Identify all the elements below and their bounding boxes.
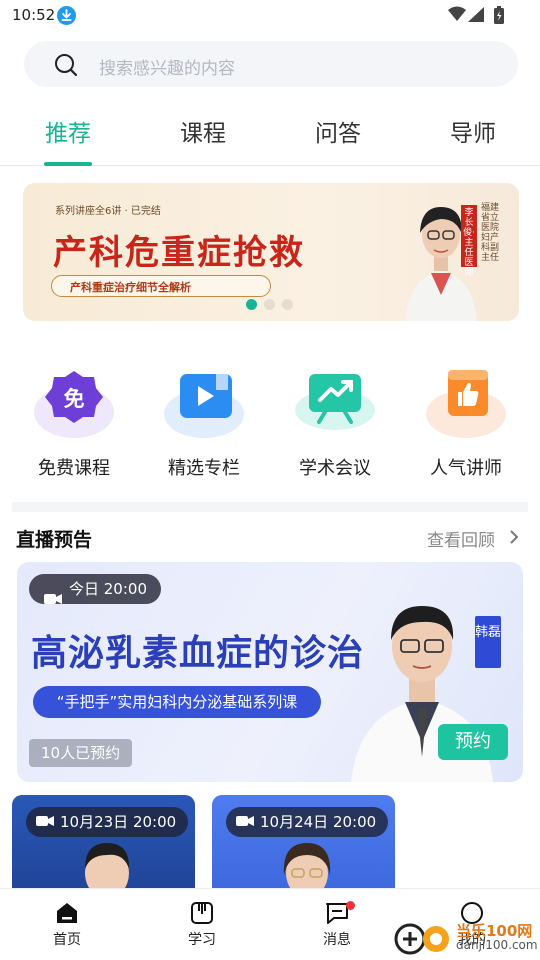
live-time-pill: 今日 20:00 bbox=[29, 574, 161, 604]
tab-recommend[interactable]: 推荐 bbox=[18, 114, 118, 148]
view-replays-link[interactable]: 查看回顾 bbox=[427, 526, 495, 551]
wifi-icon bbox=[448, 6, 466, 21]
nav-label: 学习 bbox=[188, 932, 216, 948]
live-time-text: 10月23日 20:00 bbox=[60, 813, 177, 831]
free-icon-glyph: 免 bbox=[64, 387, 85, 411]
banner-pill-text: 产科重症治疗细节全解析 bbox=[70, 281, 191, 294]
unread-badge bbox=[346, 901, 355, 910]
live-time-text: 10月24日 20:00 bbox=[260, 813, 377, 831]
quick-label: 学术会议 bbox=[299, 458, 371, 479]
lecturer-hospital: 福建省立医院 妇产科副主任 bbox=[481, 203, 500, 263]
signal-icon bbox=[468, 7, 484, 22]
quick-label: 精选专栏 bbox=[168, 458, 240, 479]
lecturer-badge: 李长俊·主任医师 bbox=[461, 205, 477, 278]
search-bar[interactable]: 搜索感兴趣的内容 bbox=[24, 41, 518, 87]
book-button[interactable]: 预约 bbox=[438, 724, 508, 760]
live-title: 高泌乳素血症的诊治 bbox=[31, 633, 365, 674]
lecturer-name-tag: 韩磊 bbox=[475, 616, 501, 668]
status-time: 10:52 bbox=[12, 6, 56, 24]
watermark-logo bbox=[394, 923, 449, 955]
tab-mentors[interactable]: 导师 bbox=[423, 114, 523, 148]
pagination-dot bbox=[282, 299, 293, 310]
live-time-text: 今日 20:00 bbox=[69, 580, 147, 598]
battery-icon bbox=[494, 6, 504, 24]
active-tab-indicator bbox=[44, 162, 92, 166]
tab-courses[interactable]: 课程 bbox=[153, 114, 253, 148]
column-video-icon bbox=[164, 374, 244, 438]
quick-featured-columns[interactable]: 精选专栏 bbox=[142, 362, 266, 482]
live-series: “手把手”实用妇科内分泌基础系列课 bbox=[33, 686, 321, 718]
pagination-dot bbox=[264, 299, 275, 310]
search-icon bbox=[55, 54, 78, 77]
top-tabs: 推荐 课程 问答 导师 bbox=[0, 100, 540, 166]
quick-label: 免费课程 bbox=[38, 458, 110, 479]
tab-qa[interactable]: 问答 bbox=[288, 114, 388, 148]
site-watermark: 当乐100网 danji100.com bbox=[392, 914, 540, 960]
status-bar: 10:52 bbox=[0, 0, 540, 32]
search-placeholder: 搜索感兴趣的内容 bbox=[99, 59, 235, 79]
free-course-icon: 免 bbox=[34, 371, 114, 438]
nav-label: 消息 bbox=[323, 932, 351, 948]
nav-label: 首页 bbox=[53, 932, 81, 948]
section-title-live: 直播预告 bbox=[16, 529, 93, 551]
banner-subtitle: 系列讲座全6讲 · 已完结 bbox=[55, 206, 161, 217]
booked-count: 10人已预约 bbox=[29, 739, 133, 767]
chevron-right-icon[interactable] bbox=[509, 530, 519, 544]
thumbs-up-icon bbox=[426, 370, 506, 438]
home-icon bbox=[57, 903, 77, 923]
quick-popular-lecturers[interactable]: 人气讲师 bbox=[404, 362, 528, 482]
pagination-dot-active bbox=[246, 299, 257, 310]
camera-icon bbox=[36, 816, 54, 826]
conference-chart-icon bbox=[295, 374, 375, 430]
banner-title: 产科危重症抢救 bbox=[53, 233, 305, 273]
banner-pill: 产科重症治疗细节全解析 bbox=[51, 275, 271, 297]
camera-icon bbox=[236, 816, 254, 826]
book-icon bbox=[191, 902, 213, 924]
camera-icon bbox=[44, 594, 62, 604]
quick-conferences[interactable]: 学术会议 bbox=[273, 362, 397, 482]
section-divider bbox=[12, 502, 528, 512]
nav-messages[interactable]: 消息 bbox=[302, 901, 372, 955]
live-card-main[interactable]: 今日 20:00 高泌乳素血症的诊治 “手把手”实用妇科内分泌基础系列课 10人… bbox=[17, 562, 523, 782]
quick-label: 人气讲师 bbox=[430, 458, 502, 479]
watermark-url: danji100.com bbox=[456, 938, 538, 952]
quick-free-courses[interactable]: 免 免费课程 bbox=[12, 362, 136, 482]
nav-home[interactable]: 首页 bbox=[32, 901, 102, 955]
nav-study[interactable]: 学习 bbox=[167, 901, 237, 955]
download-icon bbox=[57, 6, 76, 25]
